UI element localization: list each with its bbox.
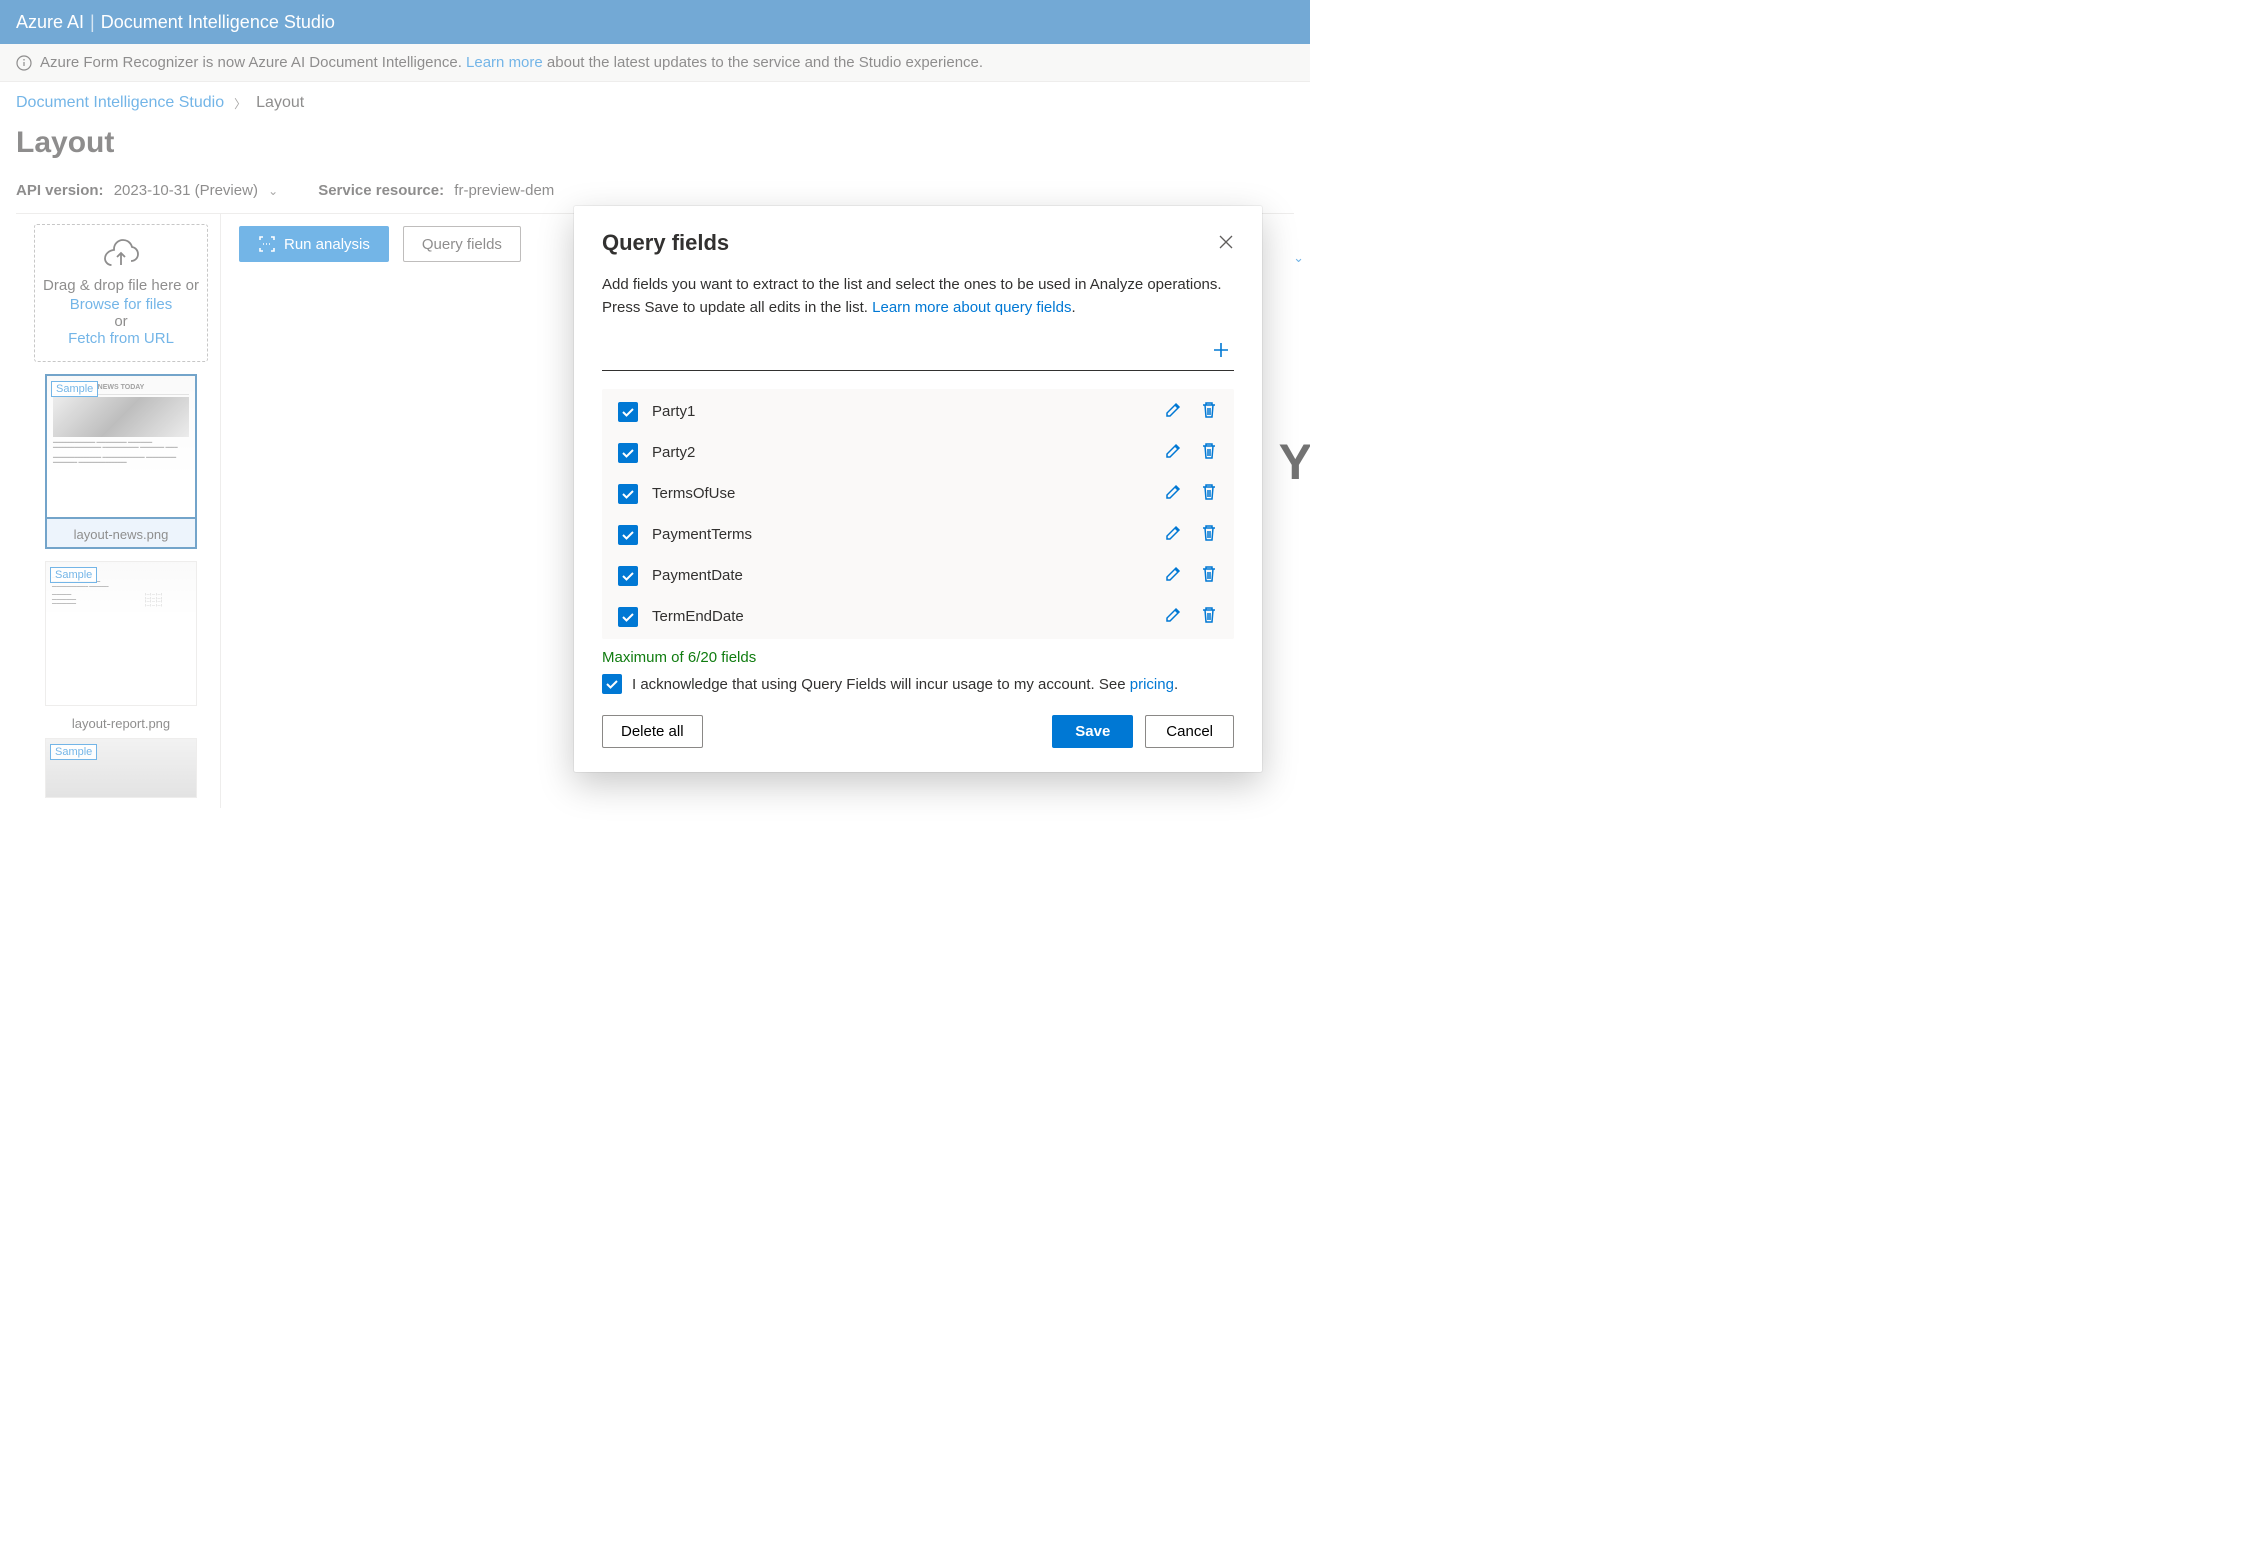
field-row: Party2 [602, 432, 1234, 473]
dialog-footer: Delete all Save Cancel [602, 715, 1234, 748]
field-name: PaymentTerms [652, 526, 1150, 543]
edit-field-button[interactable] [1164, 442, 1182, 463]
delete-field-button[interactable] [1200, 565, 1218, 586]
trash-icon [1200, 442, 1218, 460]
max-fields-message: Maximum of 6/20 fields [602, 649, 1234, 666]
close-icon [1218, 234, 1234, 250]
cancel-button[interactable]: Cancel [1145, 715, 1234, 748]
close-button[interactable] [1218, 230, 1234, 256]
field-name: Party1 [652, 403, 1150, 420]
edit-field-button[interactable] [1164, 401, 1182, 422]
delete-field-button[interactable] [1200, 401, 1218, 422]
delete-field-button[interactable] [1200, 442, 1218, 463]
pencil-icon [1164, 483, 1182, 501]
field-list: Party1 Party2 TermsOfUse PaymentTerms Pa… [602, 389, 1234, 639]
field-name: Party2 [652, 444, 1150, 461]
save-button[interactable]: Save [1052, 715, 1133, 748]
acknowledge-row: I acknowledge that using Query Fields wi… [602, 674, 1234, 695]
field-name: PaymentDate [652, 567, 1150, 584]
dialog-description: Add fields you want to extract to the li… [602, 274, 1234, 319]
field-checkbox[interactable] [618, 443, 638, 463]
pencil-icon [1164, 442, 1182, 460]
trash-icon [1200, 401, 1218, 419]
edit-field-button[interactable] [1164, 565, 1182, 586]
field-row: Party1 [602, 391, 1234, 432]
field-name: TermsOfUse [652, 485, 1150, 502]
trash-icon [1200, 565, 1218, 583]
add-field-input-row [602, 337, 1234, 371]
pencil-icon [1164, 401, 1182, 419]
field-name: TermEndDate [652, 608, 1150, 625]
delete-field-button[interactable] [1200, 606, 1218, 627]
field-checkbox[interactable] [618, 566, 638, 586]
field-checkbox[interactable] [618, 484, 638, 504]
edit-field-button[interactable] [1164, 483, 1182, 504]
delete-field-button[interactable] [1200, 524, 1218, 545]
pricing-link[interactable]: pricing [1130, 676, 1174, 693]
field-row: PaymentTerms [602, 514, 1234, 555]
field-checkbox[interactable] [618, 525, 638, 545]
acknowledge-checkbox[interactable] [602, 674, 622, 694]
learn-more-link[interactable]: Learn more about query fields [872, 299, 1071, 316]
delete-all-button[interactable]: Delete all [602, 715, 703, 748]
edit-field-button[interactable] [1164, 606, 1182, 627]
pencil-icon [1164, 524, 1182, 542]
add-field-button[interactable] [1208, 337, 1234, 366]
field-row: TermsOfUse [602, 473, 1234, 514]
pencil-icon [1164, 606, 1182, 624]
edit-field-button[interactable] [1164, 524, 1182, 545]
field-checkbox[interactable] [618, 402, 638, 422]
field-row: PaymentDate [602, 555, 1234, 596]
query-fields-dialog: Query fields Add fields you want to extr… [574, 206, 1262, 772]
field-checkbox[interactable] [618, 607, 638, 627]
dialog-title: Query fields [602, 230, 729, 256]
field-row: TermEndDate [602, 596, 1234, 637]
plus-icon [1212, 341, 1230, 359]
trash-icon [1200, 606, 1218, 624]
add-field-input[interactable] [602, 340, 1198, 364]
trash-icon [1200, 483, 1218, 501]
pencil-icon [1164, 565, 1182, 583]
trash-icon [1200, 524, 1218, 542]
delete-field-button[interactable] [1200, 483, 1218, 504]
